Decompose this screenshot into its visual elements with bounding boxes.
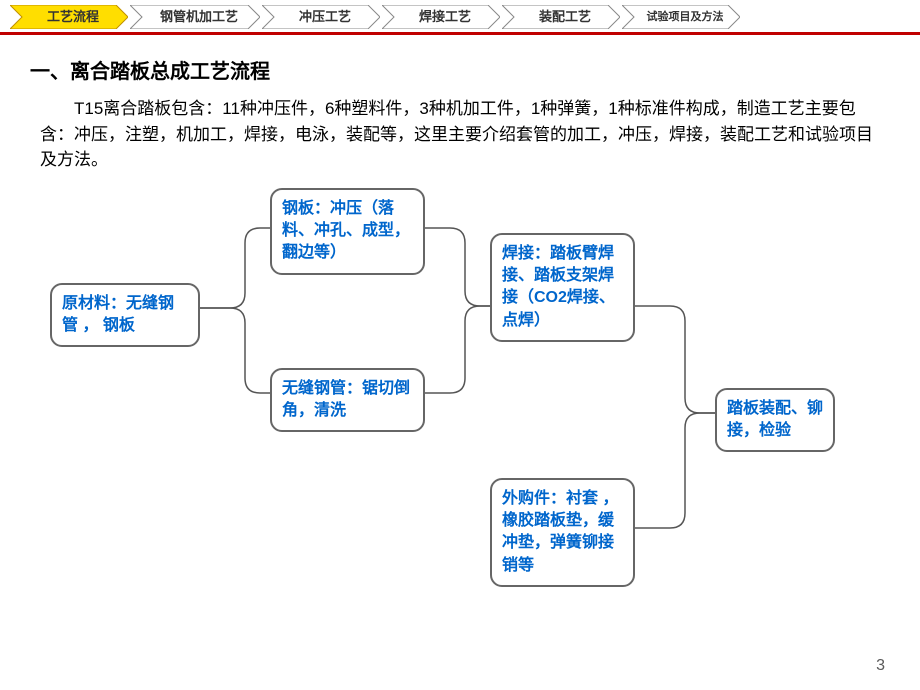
- nav-item-process[interactable]: 工艺流程: [10, 5, 128, 29]
- flow-box-welding: 焊接：踏板臂焊接、踏板支架焊接（CO2焊接、点焊）: [490, 233, 635, 343]
- flow-box-assembly: 踏板装配、铆接，检验: [715, 388, 835, 453]
- box-text: 踏板装配、铆接，检验: [727, 400, 823, 439]
- breadcrumb-nav: 工艺流程 钢管机加工艺 冲压工艺 焊接工艺 装配工艺 试验项目及方法: [0, 0, 920, 30]
- nav-label: 装配工艺: [502, 10, 620, 24]
- intro-paragraph: T15离合踏板包含：11种冲压件，6种塑料件，3种机加工件，1种弹簧，1种标准件…: [30, 96, 890, 173]
- nav-item-press[interactable]: 冲压工艺: [262, 5, 380, 29]
- page-number: 3: [876, 657, 885, 675]
- box-text: 焊接：踏板臂焊接、踏板支架焊接（CO2焊接、点焊）: [502, 245, 615, 329]
- box-text: 原材料：无缝钢管 ， 钢板: [62, 295, 174, 334]
- box-text: 钢板：冲压（落料、冲孔、成型，翻边等）: [282, 200, 410, 262]
- process-flow-diagram: 原材料：无缝钢管 ， 钢板 钢板：冲压（落料、冲孔、成型，翻边等） 无缝钢管：锯…: [30, 183, 890, 623]
- box-text: 无缝钢管：锯切倒角，清洗: [282, 380, 410, 419]
- nav-item-test[interactable]: 试验项目及方法: [622, 5, 740, 29]
- nav-label: 冲压工艺: [262, 10, 380, 24]
- flow-box-raw-material: 原材料：无缝钢管 ， 钢板: [50, 283, 200, 348]
- nav-label: 工艺流程: [10, 10, 128, 24]
- nav-item-tube[interactable]: 钢管机加工艺: [130, 5, 260, 29]
- flow-box-steel-plate: 钢板：冲压（落料、冲孔、成型，翻边等）: [270, 188, 425, 275]
- slide-content: 一、离合踏板总成工艺流程 T15离合踏板包含：11种冲压件，6种塑料件，3种机加…: [0, 35, 920, 623]
- nav-item-assembly[interactable]: 装配工艺: [502, 5, 620, 29]
- page-title: 一、离合踏板总成工艺流程: [30, 55, 890, 84]
- nav-item-weld[interactable]: 焊接工艺: [382, 5, 500, 29]
- flow-box-purchased: 外购件：衬套 ，橡胶踏板垫，缓冲垫，弹簧铆接销等: [490, 478, 635, 588]
- nav-label: 钢管机加工艺: [130, 10, 260, 24]
- nav-label: 试验项目及方法: [622, 11, 740, 23]
- box-text: 外购件：衬套 ，橡胶踏板垫，缓冲垫，弹簧铆接销等: [502, 490, 618, 574]
- flow-box-seamless-tube: 无缝钢管：锯切倒角，清洗: [270, 368, 425, 433]
- nav-label: 焊接工艺: [382, 10, 500, 24]
